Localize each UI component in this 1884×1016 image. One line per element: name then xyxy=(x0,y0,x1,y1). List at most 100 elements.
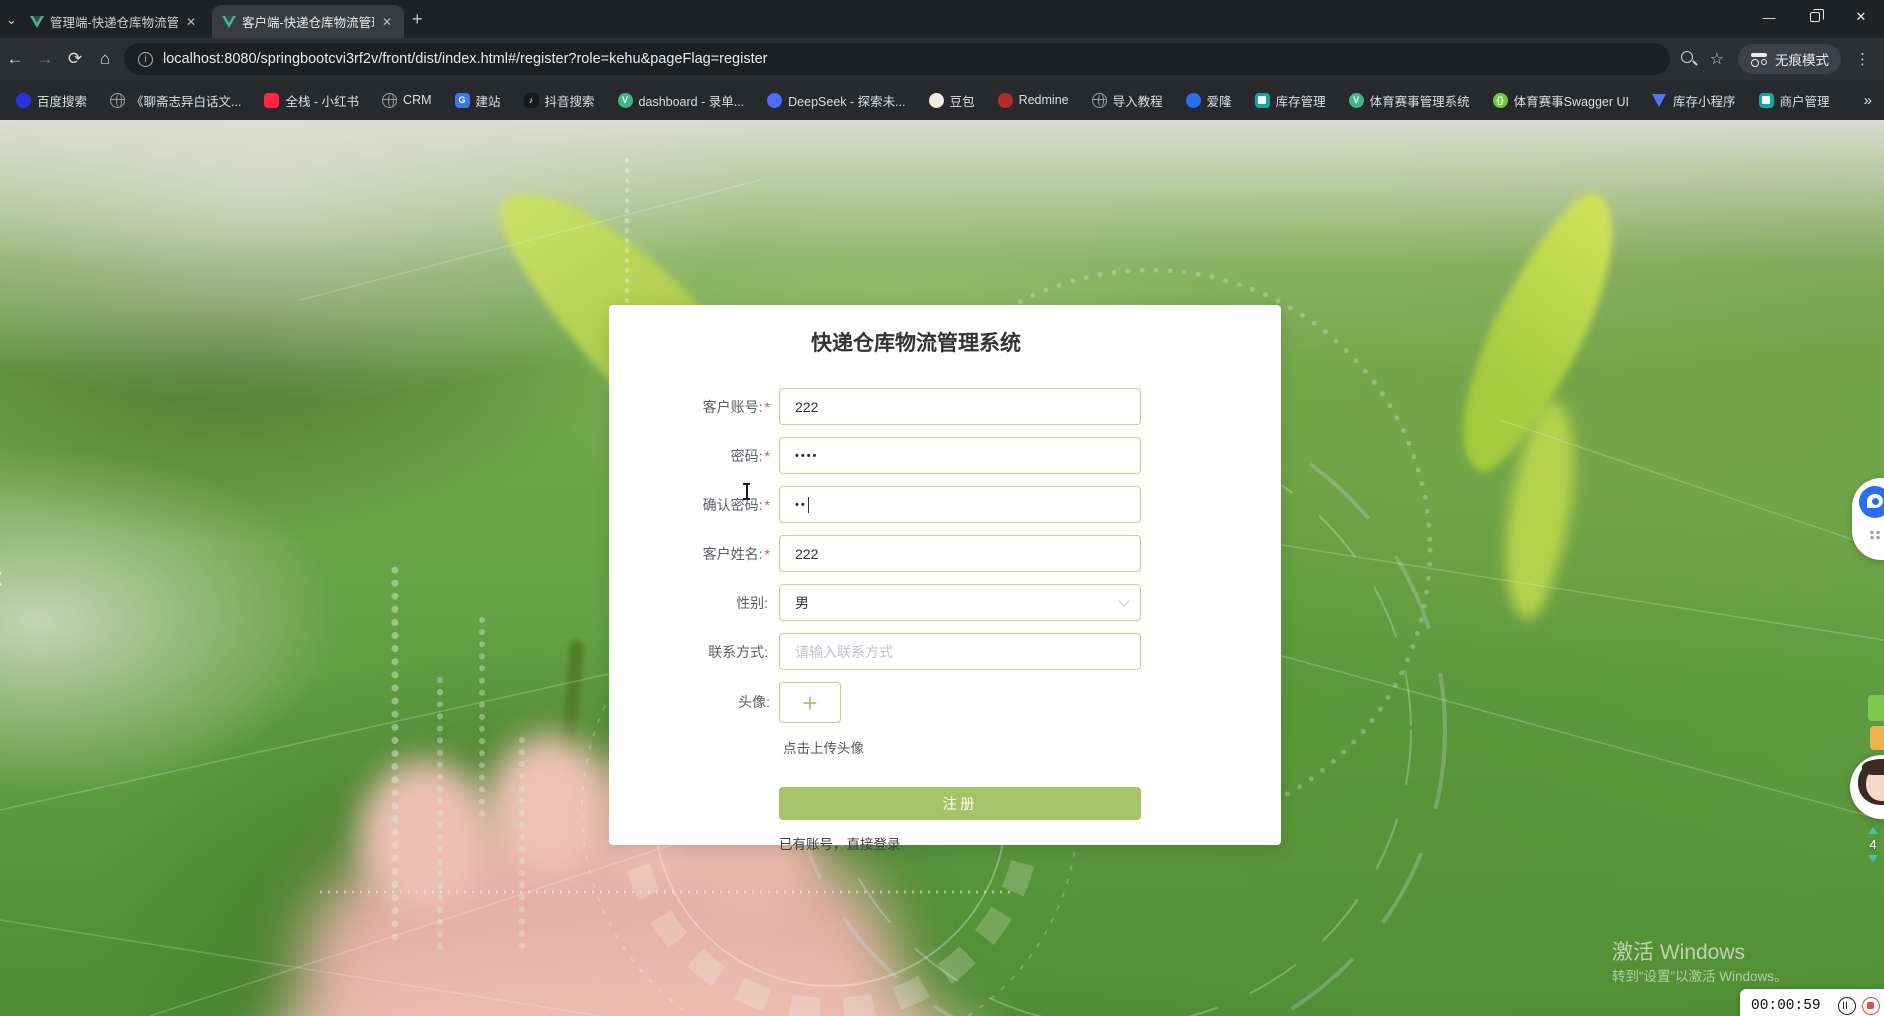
tab-title: 管理端-快递仓库物流管理系统 xyxy=(50,16,178,30)
close-window-button[interactable]: ✕ xyxy=(1838,9,1884,25)
bookmark-star-icon[interactable]: ☆ xyxy=(1710,49,1724,69)
incognito-label: 无痕模式 xyxy=(1775,53,1829,68)
bookmark-item[interactable]: 库存管理 xyxy=(1249,88,1332,113)
bookmark-item[interactable]: 豆包 xyxy=(923,88,981,113)
page-background: 快递仓库物流管理系统 客户账号: * 222 密码: * •••• 确认密码: * •… xyxy=(0,120,1884,1016)
bookmark-label: 《聊斋志异白话文... xyxy=(131,94,242,109)
tab-customer-active[interactable]: 客户端-快递仓库物流管理系统 ✕ xyxy=(212,5,404,38)
stop-icon[interactable] xyxy=(1861,997,1880,1015)
minimize-button[interactable]: — xyxy=(1746,10,1792,25)
new-tab-button[interactable]: + xyxy=(412,8,423,30)
field-label: 性别: xyxy=(736,594,768,611)
xiaohongshu-icon xyxy=(264,92,280,108)
zoom-magnifier-icon[interactable] xyxy=(1678,48,1700,70)
globe-icon xyxy=(382,92,398,108)
restore-button[interactable] xyxy=(1792,8,1838,25)
bookmark-item[interactable]: 《聊斋志异白话文... xyxy=(104,88,247,113)
bookmark-item[interactable]: G 建站 xyxy=(449,88,507,113)
douyin-icon: ♪ xyxy=(523,92,539,108)
home-icon[interactable]: ⌂ xyxy=(90,49,120,69)
tab-strip: ⌄ 管理端-快递仓库物流管理系统 ✕ 客户端-快递仓库物流管理系统 ✕ + — … xyxy=(0,0,1884,38)
arrow-up-icon[interactable] xyxy=(1868,822,1878,834)
url-text[interactable]: localhost:8080/springbootcvi3rf2v/front/… xyxy=(163,51,768,67)
avatar-label: 头像: xyxy=(738,694,770,710)
bookmark-item[interactable]: 百度搜索 xyxy=(10,88,93,113)
field-value: 男 xyxy=(795,594,809,611)
field-input[interactable]: •••• xyxy=(779,437,1141,474)
bookmark-label: 商户管理 xyxy=(1779,94,1830,109)
field-input[interactable]: 222 xyxy=(779,388,1141,425)
bookmark-label: DeepSeek - 探索未... xyxy=(788,94,906,109)
browser-window: ⌄ 管理端-快递仓库物流管理系统 ✕ 客户端-快递仓库物流管理系统 ✕ + — … xyxy=(0,0,1884,1016)
pause-icon[interactable] xyxy=(1837,997,1856,1015)
bookmark-item[interactable]: 库存小程序 xyxy=(1646,88,1742,113)
bookmark-label: 百度搜索 xyxy=(37,94,88,109)
field-input[interactable]: 222 xyxy=(779,535,1141,572)
digital-assistant-avatar[interactable] xyxy=(1850,755,1884,819)
bookmark-item[interactable]: CRM xyxy=(376,90,437,111)
form-row: 性别: 男 xyxy=(648,584,1148,621)
doubao-icon xyxy=(928,92,944,108)
bookmark-item[interactable]: V 体育赛事管理系统 xyxy=(1343,88,1476,113)
baidu-icon xyxy=(16,92,31,108)
field-input[interactable]: 请输入联系方式 xyxy=(779,633,1141,670)
field-label: 客户姓名: * xyxy=(702,545,770,562)
form-row: 确认密码: * •• xyxy=(648,486,1148,523)
register-button[interactable]: 注册 xyxy=(779,787,1141,820)
avatar-upload-box[interactable]: + xyxy=(779,682,841,723)
bookmark-item[interactable]: 商户管理 xyxy=(1753,88,1836,113)
vue-icon: V xyxy=(1348,92,1364,108)
reload-icon[interactable]: ⟳ xyxy=(60,49,90,69)
side-widget-orange[interactable] xyxy=(1870,726,1884,750)
bookmarks-overflow-chevron[interactable]: » xyxy=(1864,92,1872,109)
required-asterisk: * xyxy=(764,496,770,513)
bookmark-label: 导入教程 xyxy=(1112,94,1163,109)
tab-admin[interactable]: 管理端-快递仓库物流管理系统 ✕ xyxy=(20,5,208,38)
required-asterisk: * xyxy=(764,398,770,415)
bookmark-item[interactable]: Redmine xyxy=(992,90,1075,111)
side-widget-green[interactable] xyxy=(1868,695,1884,721)
miniprogram-icon xyxy=(1652,93,1667,108)
bookmark-item[interactable]: ♪ 抖音搜索 xyxy=(518,88,601,113)
vue-favicon xyxy=(30,15,44,28)
tab-search-icon[interactable]: ⌄ xyxy=(6,12,17,28)
register-form: 客户账号: * 222 密码: * •••• 确认密码: * •• 客户姓名: * xyxy=(648,388,1148,854)
bookmark-item[interactable]: {} 体育赛事Swagger UI xyxy=(1487,88,1635,113)
finger xyxy=(490,735,610,875)
vue-favicon xyxy=(222,15,236,28)
assistant-counter: 4 xyxy=(1868,822,1878,867)
bookmark-item[interactable]: V dashboard - 录单... xyxy=(612,88,751,113)
bookmark-item[interactable]: 导入教程 xyxy=(1086,88,1169,113)
tab-close-icon[interactable]: ✕ xyxy=(184,15,198,29)
windows-activation-hint: 转到“设置”以激活 Windows。 xyxy=(1612,969,1788,984)
tab-close-icon[interactable]: ✕ xyxy=(380,15,394,29)
required-asterisk: * xyxy=(764,447,770,464)
bookmark-item[interactable]: 爱隆 xyxy=(1180,88,1238,113)
login-link[interactable]: 已有账号，直接登录 xyxy=(779,833,901,853)
page-info-icon[interactable]: i xyxy=(138,51,153,67)
drag-handle-icon[interactable] xyxy=(1869,530,1881,540)
url-bar[interactable]: i localhost:8080/springbootcvi3rf2v/fron… xyxy=(124,43,1670,75)
field-input[interactable]: 男 xyxy=(779,584,1141,621)
plus-icon: + xyxy=(802,687,818,718)
arrow-down-icon[interactable] xyxy=(1868,855,1878,867)
left-edge-chevron[interactable]: ‹ xyxy=(0,558,3,597)
bookmark-label: 体育赛事管理系统 xyxy=(1369,94,1470,109)
bookmark-item[interactable]: DeepSeek - 探索未... xyxy=(761,88,911,113)
globe-icon xyxy=(1091,92,1107,108)
text-cursor xyxy=(742,483,751,500)
menu-dots-icon[interactable]: ⋮ xyxy=(1855,50,1870,68)
bookmark-label: 体育赛事Swagger UI xyxy=(1513,94,1629,109)
field-value: 222 xyxy=(795,398,819,415)
tab-title: 客户端-快递仓库物流管理系统 xyxy=(242,16,374,30)
chevron-down-icon xyxy=(1118,595,1130,607)
bookmark-label: 全栈 - 小红书 xyxy=(285,94,360,109)
chat-bubble-icon[interactable] xyxy=(1859,486,1884,518)
bookmark-item[interactable]: 全栈 - 小红书 xyxy=(258,88,365,113)
redmine-icon xyxy=(997,92,1013,108)
back-icon[interactable]: ← xyxy=(0,49,30,69)
chat-assistant-pill[interactable] xyxy=(1852,478,1884,560)
navigation-bar: ← → ⟳ ⌂ i localhost:8080/springbootcvi3r… xyxy=(0,38,1884,80)
field-input[interactable]: •• xyxy=(779,486,1141,523)
screen-recorder-toolbar: 00:00:59 xyxy=(1740,989,1884,1016)
